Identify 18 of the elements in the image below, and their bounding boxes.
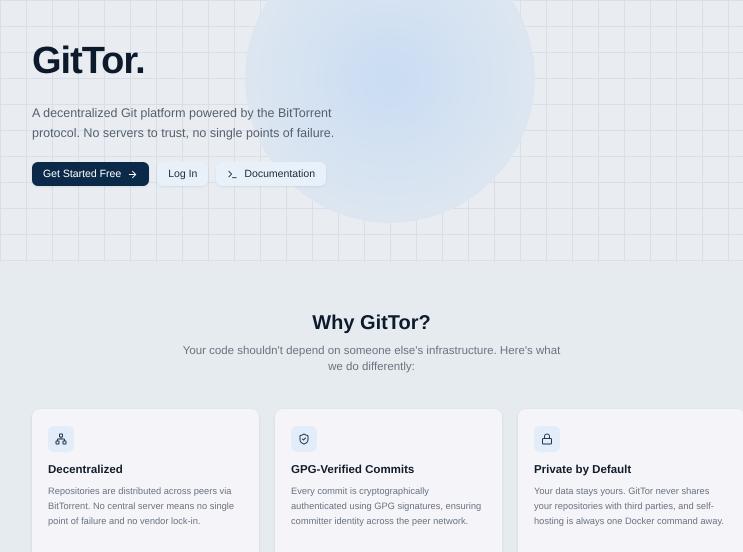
network-icon (48, 426, 74, 452)
arrow-icon (127, 168, 138, 180)
logo-title: GitTor. (32, 40, 146, 83)
tagline: A decentralized Git platform powered by the BitTorrent protocol. No servers to trust, no single points of failure. (32, 105, 336, 142)
lock-icon (534, 426, 560, 452)
card-title: GPG-Verified Commits (291, 464, 416, 476)
shield-icon (291, 426, 317, 452)
secondary-button[interactable]: Log In (157, 162, 208, 186)
card-text: Your data stays yours. GitTor never shares your repositories with third parties, and self-hosting is always one Docker command away. (534, 485, 725, 528)
card-text: Every commit is cryptographically authenticated using GPG signatures, ensuring committer identity across the peer network. (291, 485, 482, 528)
section-title: Why GitTor? (312, 312, 431, 335)
terminal-icon (227, 168, 238, 180)
section-subtitle: Your code shouldn't depend on someone else's infrastructure. Here's what we do differently: (182, 344, 562, 375)
get-started-button[interactable]: Get Started Free (32, 162, 150, 186)
card-title: Decentralized (48, 464, 124, 476)
card-text: Repositories are distributed across peers via BitTorrent. No central server means no single point of failure and no vendor lock-in. (48, 485, 236, 528)
card-title: Private by Default (534, 464, 632, 476)
secondary-button[interactable]: Documentation (216, 162, 326, 186)
